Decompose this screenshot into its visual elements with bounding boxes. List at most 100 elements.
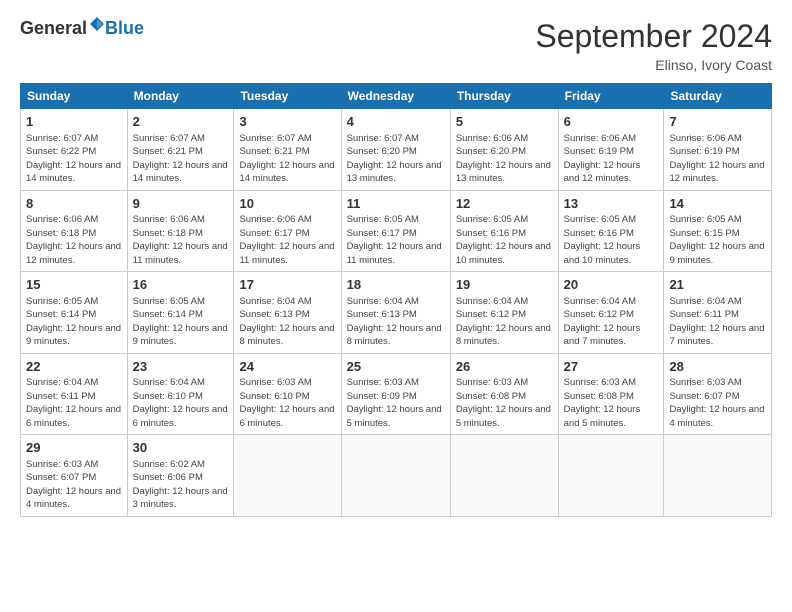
col-monday: Monday xyxy=(127,84,234,109)
calendar-week-row: 1 Sunrise: 6:07 AMSunset: 6:22 PMDayligh… xyxy=(21,109,772,191)
day-number: 15 xyxy=(26,276,122,294)
day-number: 10 xyxy=(239,195,335,213)
logo-blue: Blue xyxy=(105,18,144,39)
day-number: 11 xyxy=(347,195,445,213)
day-info: Sunrise: 6:07 AMSunset: 6:21 PMDaylight:… xyxy=(133,133,228,185)
logo-general: General xyxy=(20,18,87,39)
day-info: Sunrise: 6:07 AMSunset: 6:22 PMDaylight:… xyxy=(26,133,121,185)
day-number: 7 xyxy=(669,113,766,131)
day-info: Sunrise: 6:03 AMSunset: 6:09 PMDaylight:… xyxy=(347,377,442,429)
table-row: 27 Sunrise: 6:03 AMSunset: 6:08 PMDaylig… xyxy=(558,353,664,435)
table-row: 24 Sunrise: 6:03 AMSunset: 6:10 PMDaylig… xyxy=(234,353,341,435)
day-number: 28 xyxy=(669,358,766,376)
empty-cell xyxy=(234,435,341,517)
day-info: Sunrise: 6:04 AMSunset: 6:13 PMDaylight:… xyxy=(239,296,334,348)
col-wednesday: Wednesday xyxy=(341,84,450,109)
table-row: 15 Sunrise: 6:05 AMSunset: 6:14 PMDaylig… xyxy=(21,272,128,354)
col-tuesday: Tuesday xyxy=(234,84,341,109)
day-number: 22 xyxy=(26,358,122,376)
table-row: 25 Sunrise: 6:03 AMSunset: 6:09 PMDaylig… xyxy=(341,353,450,435)
calendar-week-row: 29 Sunrise: 6:03 AMSunset: 6:07 PMDaylig… xyxy=(21,435,772,517)
table-row: 6 Sunrise: 6:06 AMSunset: 6:19 PMDayligh… xyxy=(558,109,664,191)
table-row: 22 Sunrise: 6:04 AMSunset: 6:11 PMDaylig… xyxy=(21,353,128,435)
day-number: 13 xyxy=(564,195,659,213)
logo: General Blue xyxy=(20,18,144,39)
day-info: Sunrise: 6:06 AMSunset: 6:20 PMDaylight:… xyxy=(456,133,551,185)
table-row: 10 Sunrise: 6:06 AMSunset: 6:17 PMDaylig… xyxy=(234,190,341,272)
table-row: 30 Sunrise: 6:02 AMSunset: 6:06 PMDaylig… xyxy=(127,435,234,517)
day-number: 24 xyxy=(239,358,335,376)
day-number: 18 xyxy=(347,276,445,294)
day-info: Sunrise: 6:05 AMSunset: 6:14 PMDaylight:… xyxy=(133,296,228,348)
day-info: Sunrise: 6:07 AMSunset: 6:21 PMDaylight:… xyxy=(239,133,334,185)
empty-cell xyxy=(341,435,450,517)
day-number: 29 xyxy=(26,439,122,457)
day-info: Sunrise: 6:05 AMSunset: 6:15 PMDaylight:… xyxy=(669,214,764,266)
day-number: 30 xyxy=(133,439,229,457)
table-row: 8 Sunrise: 6:06 AMSunset: 6:18 PMDayligh… xyxy=(21,190,128,272)
day-info: Sunrise: 6:06 AMSunset: 6:18 PMDaylight:… xyxy=(133,214,228,266)
day-number: 23 xyxy=(133,358,229,376)
table-row: 19 Sunrise: 6:04 AMSunset: 6:12 PMDaylig… xyxy=(450,272,558,354)
empty-cell xyxy=(664,435,772,517)
day-info: Sunrise: 6:04 AMSunset: 6:10 PMDaylight:… xyxy=(133,377,228,429)
col-saturday: Saturday xyxy=(664,84,772,109)
day-info: Sunrise: 6:03 AMSunset: 6:08 PMDaylight:… xyxy=(564,377,641,429)
table-row: 2 Sunrise: 6:07 AMSunset: 6:21 PMDayligh… xyxy=(127,109,234,191)
calendar-header-row: Sunday Monday Tuesday Wednesday Thursday… xyxy=(21,84,772,109)
table-row: 3 Sunrise: 6:07 AMSunset: 6:21 PMDayligh… xyxy=(234,109,341,191)
table-row: 16 Sunrise: 6:05 AMSunset: 6:14 PMDaylig… xyxy=(127,272,234,354)
day-number: 4 xyxy=(347,113,445,131)
empty-cell xyxy=(450,435,558,517)
day-info: Sunrise: 6:04 AMSunset: 6:11 PMDaylight:… xyxy=(669,296,764,348)
day-number: 8 xyxy=(26,195,122,213)
table-row: 28 Sunrise: 6:03 AMSunset: 6:07 PMDaylig… xyxy=(664,353,772,435)
day-info: Sunrise: 6:03 AMSunset: 6:07 PMDaylight:… xyxy=(26,459,121,511)
calendar: Sunday Monday Tuesday Wednesday Thursday… xyxy=(20,83,772,517)
page: General Blue September 2024 Elinso, Ivor… xyxy=(0,0,792,612)
table-row: 12 Sunrise: 6:05 AMSunset: 6:16 PMDaylig… xyxy=(450,190,558,272)
table-row: 23 Sunrise: 6:04 AMSunset: 6:10 PMDaylig… xyxy=(127,353,234,435)
header: General Blue September 2024 Elinso, Ivor… xyxy=(20,18,772,73)
day-info: Sunrise: 6:03 AMSunset: 6:08 PMDaylight:… xyxy=(456,377,551,429)
day-info: Sunrise: 6:06 AMSunset: 6:18 PMDaylight:… xyxy=(26,214,121,266)
table-row: 5 Sunrise: 6:06 AMSunset: 6:20 PMDayligh… xyxy=(450,109,558,191)
day-number: 9 xyxy=(133,195,229,213)
day-info: Sunrise: 6:04 AMSunset: 6:11 PMDaylight:… xyxy=(26,377,121,429)
calendar-week-row: 8 Sunrise: 6:06 AMSunset: 6:18 PMDayligh… xyxy=(21,190,772,272)
day-number: 14 xyxy=(669,195,766,213)
table-row: 1 Sunrise: 6:07 AMSunset: 6:22 PMDayligh… xyxy=(21,109,128,191)
day-number: 21 xyxy=(669,276,766,294)
day-number: 26 xyxy=(456,358,553,376)
day-info: Sunrise: 6:05 AMSunset: 6:16 PMDaylight:… xyxy=(564,214,641,266)
day-info: Sunrise: 6:06 AMSunset: 6:19 PMDaylight:… xyxy=(564,133,641,185)
day-info: Sunrise: 6:04 AMSunset: 6:13 PMDaylight:… xyxy=(347,296,442,348)
table-row: 17 Sunrise: 6:04 AMSunset: 6:13 PMDaylig… xyxy=(234,272,341,354)
day-info: Sunrise: 6:05 AMSunset: 6:17 PMDaylight:… xyxy=(347,214,442,266)
day-info: Sunrise: 6:05 AMSunset: 6:14 PMDaylight:… xyxy=(26,296,121,348)
day-info: Sunrise: 6:05 AMSunset: 6:16 PMDaylight:… xyxy=(456,214,551,266)
month-title: September 2024 xyxy=(535,18,772,55)
table-row: 11 Sunrise: 6:05 AMSunset: 6:17 PMDaylig… xyxy=(341,190,450,272)
day-number: 6 xyxy=(564,113,659,131)
col-thursday: Thursday xyxy=(450,84,558,109)
empty-cell xyxy=(558,435,664,517)
day-number: 25 xyxy=(347,358,445,376)
table-row: 20 Sunrise: 6:04 AMSunset: 6:12 PMDaylig… xyxy=(558,272,664,354)
calendar-week-row: 15 Sunrise: 6:05 AMSunset: 6:14 PMDaylig… xyxy=(21,272,772,354)
day-info: Sunrise: 6:03 AMSunset: 6:10 PMDaylight:… xyxy=(239,377,334,429)
day-number: 17 xyxy=(239,276,335,294)
day-number: 20 xyxy=(564,276,659,294)
location: Elinso, Ivory Coast xyxy=(535,57,772,73)
day-info: Sunrise: 6:07 AMSunset: 6:20 PMDaylight:… xyxy=(347,133,442,185)
day-number: 12 xyxy=(456,195,553,213)
title-section: September 2024 Elinso, Ivory Coast xyxy=(535,18,772,73)
table-row: 29 Sunrise: 6:03 AMSunset: 6:07 PMDaylig… xyxy=(21,435,128,517)
day-number: 1 xyxy=(26,113,122,131)
day-number: 3 xyxy=(239,113,335,131)
table-row: 13 Sunrise: 6:05 AMSunset: 6:16 PMDaylig… xyxy=(558,190,664,272)
table-row: 7 Sunrise: 6:06 AMSunset: 6:19 PMDayligh… xyxy=(664,109,772,191)
col-friday: Friday xyxy=(558,84,664,109)
day-info: Sunrise: 6:03 AMSunset: 6:07 PMDaylight:… xyxy=(669,377,764,429)
table-row: 14 Sunrise: 6:05 AMSunset: 6:15 PMDaylig… xyxy=(664,190,772,272)
